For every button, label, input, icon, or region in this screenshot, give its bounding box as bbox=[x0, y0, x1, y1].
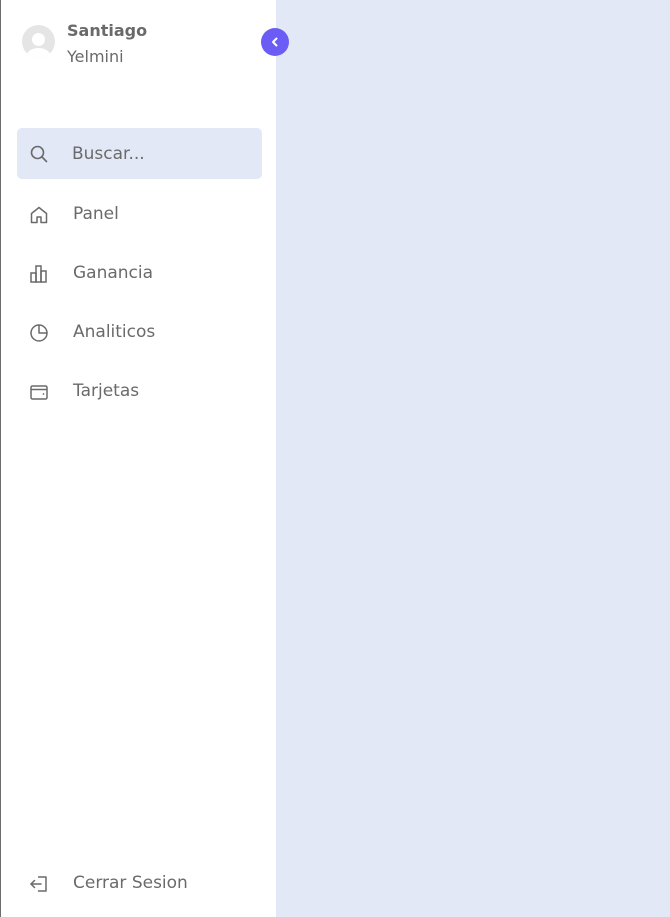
avatar bbox=[22, 25, 55, 58]
sidebar-item-label: Analiticos bbox=[73, 322, 156, 342]
wallet-icon bbox=[29, 382, 49, 402]
sidebar-item-tarjetas[interactable]: Tarjetas bbox=[17, 369, 262, 413]
search-input[interactable] bbox=[72, 140, 252, 168]
sidebar-item-analiticos[interactable]: Analiticos bbox=[17, 310, 262, 354]
bar-chart-icon bbox=[29, 264, 49, 284]
sidebar-item-label: Ganancia bbox=[73, 263, 154, 283]
sidebar-collapse-button[interactable] bbox=[261, 28, 289, 56]
user-name: Santiago Yelmini bbox=[67, 18, 147, 70]
user-first-name: Santiago bbox=[67, 21, 148, 40]
sidebar-item-ganancia[interactable]: Ganancia bbox=[17, 251, 262, 295]
user-profile: Santiago Yelmini bbox=[22, 18, 147, 70]
home-icon bbox=[29, 205, 49, 225]
sidebar: Santiago Yelmini Panel bbox=[0, 0, 276, 917]
sidebar-item-label: Panel bbox=[73, 204, 119, 224]
search-box[interactable] bbox=[17, 128, 262, 179]
logout-label: Cerrar Sesion bbox=[73, 873, 188, 893]
pie-chart-icon bbox=[29, 323, 49, 343]
sidebar-item-panel[interactable]: Panel bbox=[17, 192, 262, 236]
logout-button[interactable]: Cerrar Sesion bbox=[17, 861, 262, 905]
user-last-name: Yelmini bbox=[67, 47, 124, 66]
logout-icon bbox=[29, 874, 49, 894]
search-icon bbox=[30, 145, 48, 163]
app-root: Santiago Yelmini Panel bbox=[0, 0, 670, 917]
chevron-left-icon bbox=[269, 36, 281, 48]
sidebar-item-label: Tarjetas bbox=[73, 381, 140, 401]
